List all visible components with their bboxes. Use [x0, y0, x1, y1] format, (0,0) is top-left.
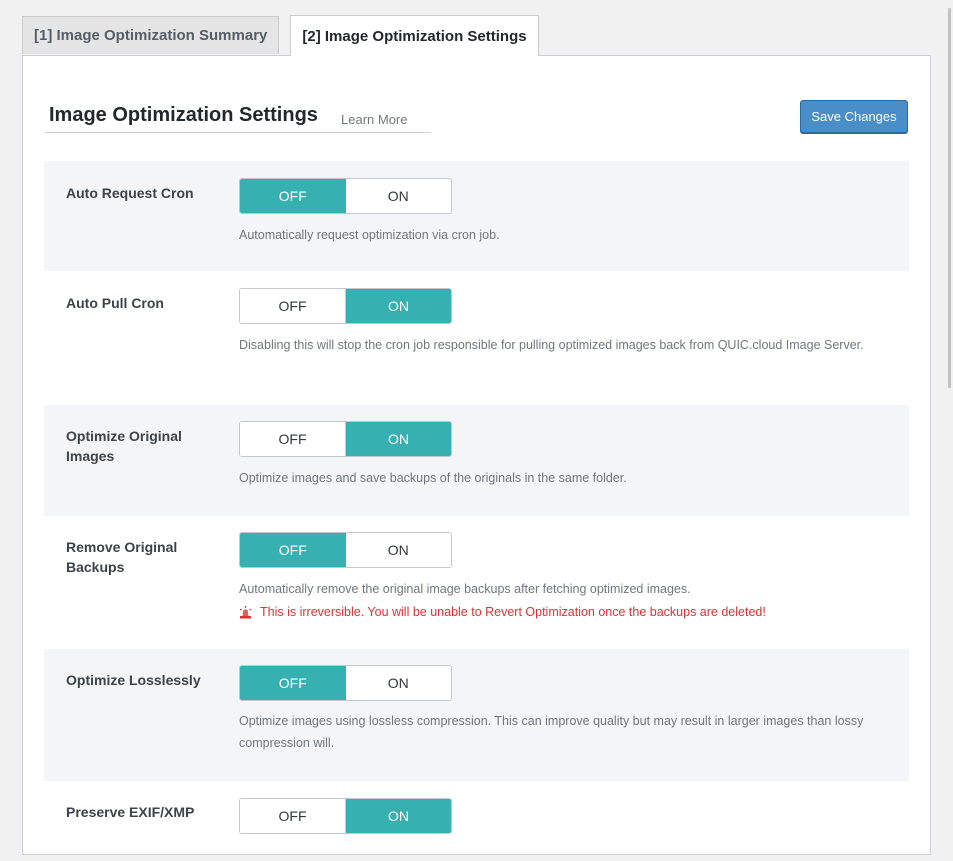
toggle-on-option[interactable]: ON [346, 289, 451, 323]
page-title: Image Optimization Settings [49, 104, 318, 126]
save-changes-button[interactable]: Save Changes [800, 100, 908, 133]
toggle-on-option[interactable]: ON [346, 422, 451, 456]
tab-image-optimization-settings[interactable]: [2] Image Optimization Settings [290, 15, 539, 56]
warning-siren-icon [239, 605, 252, 618]
setting-label: Optimize Losslessly [66, 672, 201, 688]
tab-bar: [1] Image Optimization Summary [2] Image… [22, 15, 539, 56]
toggle-on-option[interactable]: ON [345, 179, 451, 213]
setting-label: Auto Pull Cron [66, 295, 164, 311]
setting-row-preserve-exif-xmp: Preserve EXIF/XMP OFF ON [44, 781, 909, 861]
setting-row-auto-pull-cron: Auto Pull Cron OFF ON Disabling this wil… [44, 271, 909, 405]
tab-image-optimization-summary[interactable]: [1] Image Optimization Summary [22, 16, 280, 54]
optimize-losslessly-toggle[interactable]: OFF ON [239, 665, 452, 701]
setting-label: Remove Original Backups [66, 539, 178, 575]
toggle-off-option[interactable]: OFF [240, 289, 346, 323]
scrollbar-thumb[interactable] [948, 8, 951, 388]
setting-description: Disabling this will stop the cron job re… [239, 338, 864, 352]
toggle-off-option[interactable]: OFF [240, 666, 346, 700]
toggle-off-option[interactable]: OFF [240, 799, 346, 833]
toggle-off-option[interactable]: OFF [240, 179, 346, 213]
setting-row-optimize-original-images: Optimize Original Images OFF ON Optimize… [44, 405, 909, 516]
toggle-on-option[interactable]: ON [345, 533, 451, 567]
learn-more-link[interactable]: Learn More [341, 112, 407, 127]
toggle-on-option[interactable]: ON [346, 799, 451, 833]
auto-pull-cron-toggle[interactable]: OFF ON [239, 288, 452, 324]
toggle-off-option[interactable]: OFF [240, 422, 346, 456]
optimize-original-images-toggle[interactable]: OFF ON [239, 421, 452, 457]
settings-panel: Image Optimization Settings Learn More S… [22, 55, 931, 855]
setting-description: Automatically request optimization via c… [239, 228, 500, 242]
irreversible-warning: This is irreversible. You will be unable… [239, 602, 766, 622]
toggle-on-option[interactable]: ON [345, 666, 451, 700]
setting-label: Preserve EXIF/XMP [66, 804, 195, 820]
auto-request-cron-toggle[interactable]: OFF ON [239, 178, 452, 214]
toggle-off-option[interactable]: OFF [240, 533, 346, 567]
page-scrollbar[interactable] [947, 0, 953, 826]
setting-row-optimize-losslessly: Optimize Losslessly OFF ON Optimize imag… [44, 649, 909, 781]
setting-description: Automatically remove the original image … [239, 582, 691, 596]
setting-description: Optimize images and save backups of the … [239, 471, 627, 485]
setting-row-remove-original-backups: Remove Original Backups OFF ON Automatic… [44, 516, 909, 649]
preserve-exif-xmp-toggle[interactable]: OFF ON [239, 798, 452, 834]
setting-label: Auto Request Cron [66, 185, 194, 201]
setting-row-auto-request-cron: Auto Request Cron OFF ON Automatically r… [44, 161, 909, 271]
title-block: Image Optimization Settings Learn More [45, 104, 431, 133]
setting-description: Optimize images using lossless compressi… [239, 714, 864, 750]
setting-label: Optimize Original Images [66, 428, 182, 464]
warning-text: This is irreversible. You will be unable… [260, 605, 766, 619]
remove-original-backups-toggle[interactable]: OFF ON [239, 532, 452, 568]
